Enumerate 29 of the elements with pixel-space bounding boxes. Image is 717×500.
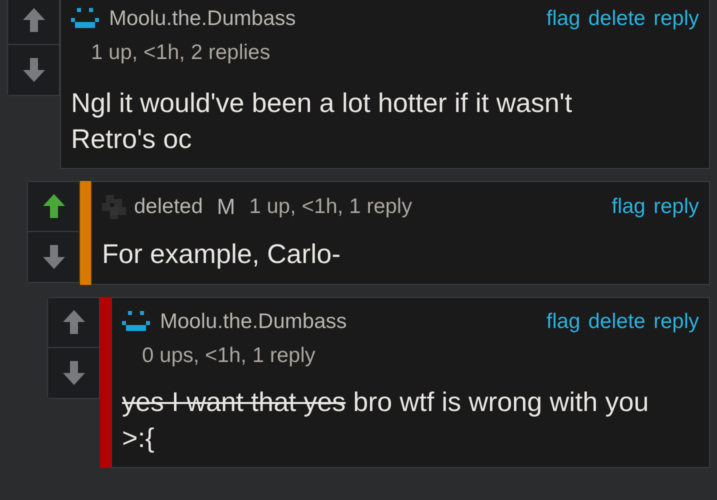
comment-action-link[interactable]: flag — [546, 7, 580, 31]
comment-action-link[interactable]: delete — [588, 7, 646, 31]
comment-text: yes I want that yes bro wtf is wrong with you >:{ — [122, 386, 650, 456]
upvote-button[interactable] — [28, 182, 79, 232]
smiley-avatar-icon — [122, 310, 152, 333]
comment-action-link[interactable]: flag — [612, 194, 646, 219]
comment-action-link[interactable]: flag — [546, 310, 580, 334]
username[interactable]: deleted — [134, 194, 203, 219]
user-label: M — [216, 194, 236, 220]
down-arrow-icon — [62, 360, 86, 386]
username[interactable]: Moolu.the.Dumbass — [160, 310, 347, 334]
comment-meta: 1 up, <1h, 2 replies — [91, 41, 272, 65]
up-arrow-icon — [42, 193, 66, 220]
down-arrow-icon — [42, 244, 66, 270]
comment-meta: 0 ups, <1h, 1 reply — [142, 344, 316, 368]
comment-meta: 1 up, <1h, 1 reply — [249, 194, 412, 219]
comment-action-link[interactable]: reply — [653, 194, 699, 219]
comment-text: Ngl it would've been a lot hotter if it wasn't Retro's oc — [71, 87, 574, 156]
up-arrow-icon — [22, 6, 46, 32]
comment-action-link[interactable]: reply — [653, 310, 699, 334]
comment-text: For example, Carlo- — [102, 238, 342, 271]
down-arrow-icon — [22, 57, 46, 83]
upvote-button[interactable] — [48, 298, 99, 348]
up-arrow-icon — [62, 309, 86, 336]
blank-avatar-icon — [102, 194, 126, 219]
smiley-avatar-icon — [71, 8, 101, 30]
comment-action-link[interactable]: delete — [588, 310, 646, 334]
comment-action-link[interactable]: reply — [653, 7, 699, 31]
username[interactable]: Moolu.the.Dumbass — [109, 7, 296, 31]
